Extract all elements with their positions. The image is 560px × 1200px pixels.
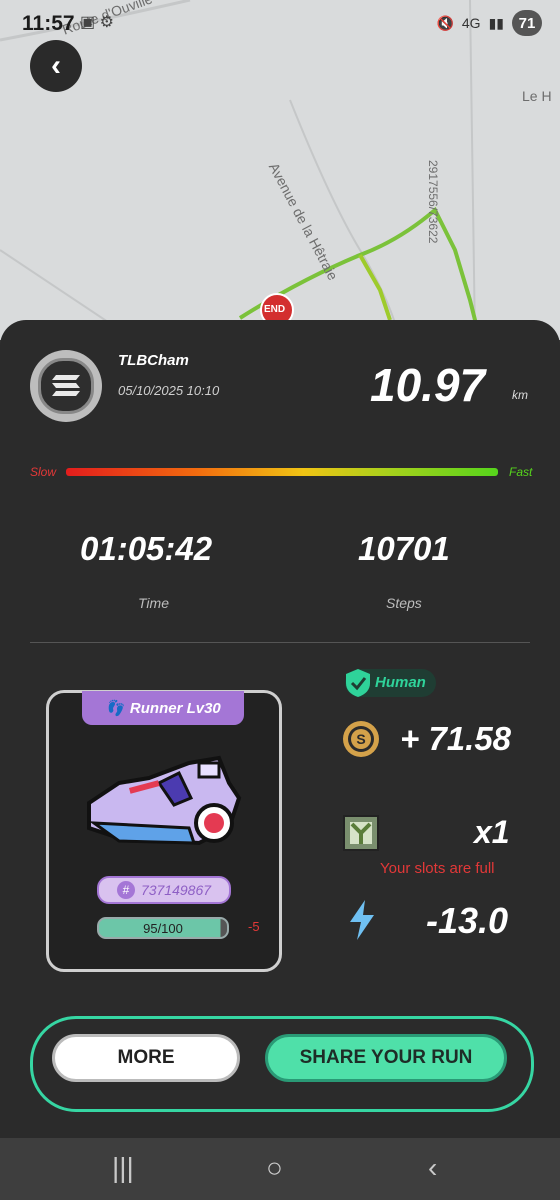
divider — [30, 642, 530, 643]
energy-used: -13.0 — [426, 900, 509, 941]
verification-label: Human — [375, 674, 426, 691]
sneaker-icon — [87, 755, 242, 846]
run-datetime: 05/10/2025 10:10 — [118, 383, 220, 398]
home-icon[interactable]: ○ — [266, 1152, 283, 1184]
system-nav-bar: ||| ○ ‹ — [0, 1138, 560, 1200]
recent-apps-icon[interactable]: ||| — [112, 1152, 134, 1184]
end-marker: END — [264, 304, 286, 315]
speed-fast-label: Fast — [509, 465, 533, 479]
steps-label: Steps — [386, 595, 422, 611]
distance-unit: km — [512, 388, 528, 402]
run-summary-panel: TLBCham 05/10/2025 10:10 10.97 km Slow F… — [0, 320, 560, 1138]
mute-icon: 🔇 — [436, 14, 454, 31]
solana-logo-icon — [38, 358, 94, 414]
human-verification-badge: Human — [345, 669, 436, 697]
status-time: 11:57 — [22, 12, 75, 35]
footprints-icon: 👣 — [105, 700, 124, 717]
map-side-code: 2917556/73622 — [426, 160, 440, 244]
duration-label: Time — [138, 595, 169, 611]
energy-bolt-icon — [350, 900, 374, 940]
back-nav-icon[interactable]: ‹ — [428, 1152, 437, 1184]
status-right-icons: 🔇 4G ▮▮ 71 — [436, 10, 542, 36]
shoe-card[interactable]: 👣 Runner Lv30 # 737149867 95/100 -5 — [46, 690, 282, 972]
back-button[interactable]: ‹ — [30, 40, 82, 92]
run-distance: 10.97 — [370, 359, 486, 411]
mystery-box-count: x1 — [474, 814, 510, 850]
durability-bar: 95/100 — [97, 917, 229, 939]
notification-icons: ▣ ⚙ — [80, 14, 114, 31]
shoe-title: Runner Lv30 — [129, 699, 221, 717]
run-steps: 10701 — [358, 530, 450, 567]
username: TLBCham — [118, 352, 189, 369]
run-duration: 01:05:42 — [80, 530, 213, 567]
signal-icon: ▮▮ — [488, 14, 504, 31]
shield-check-icon — [346, 669, 370, 697]
token-reward: + 71.58 — [400, 720, 512, 757]
chevron-left-icon: ‹ — [51, 49, 61, 82]
avatar[interactable] — [30, 350, 102, 422]
status-bar: 11:57 ▣ ⚙ 🔇 4G ▮▮ 71 — [0, 0, 560, 52]
hash-icon: # — [116, 881, 135, 899]
network-label: 4G — [461, 15, 481, 31]
share-run-button[interactable]: SHARE YOUR RUN — [265, 1034, 507, 1082]
shoe-type-tag: 👣 Runner Lv30 — [82, 691, 244, 725]
battery-indicator: 71 — [512, 10, 542, 36]
durability-change: -5 — [248, 919, 260, 934]
speed-gradient-bar — [66, 468, 498, 476]
speed-slow-label: Slow — [30, 465, 57, 479]
token-coin-icon: S — [343, 721, 379, 757]
slots-full-message: Your slots are full — [380, 860, 495, 877]
shoe-id: 737149867 — [140, 882, 212, 898]
road-label-le-h: Le H — [522, 88, 552, 104]
svg-text:S: S — [356, 731, 365, 747]
shoe-id-badge: # 737149867 — [97, 876, 231, 904]
mystery-box-icon — [343, 815, 379, 851]
more-button[interactable]: MORE — [52, 1034, 240, 1082]
